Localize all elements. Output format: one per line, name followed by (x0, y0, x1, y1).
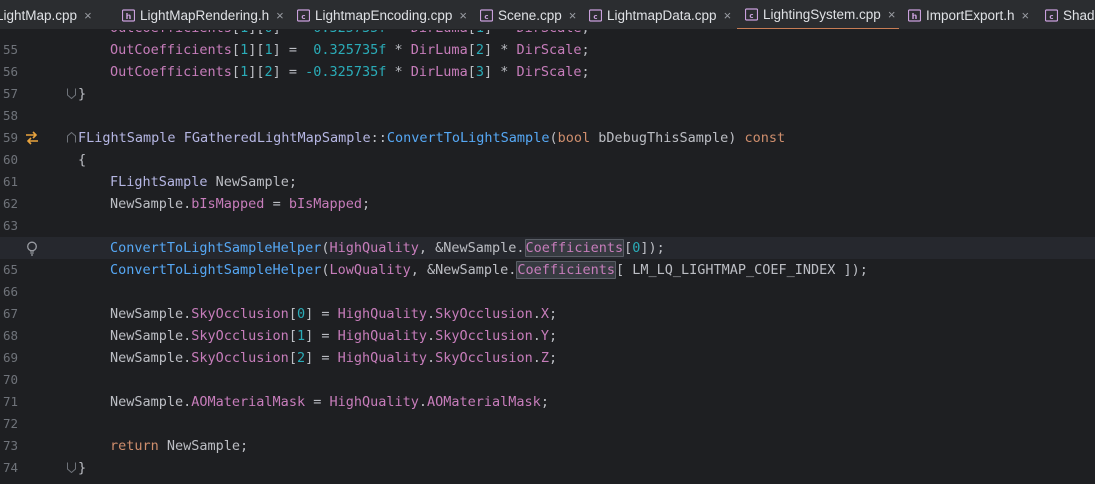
svg-text:c: c (593, 13, 597, 21)
code-text: ConvertToLightSampleHelper(LowQuality, &… (110, 261, 868, 279)
editor-tab-bar: LightMap.cpp × h LightMapRendering.h × c… (0, 0, 1095, 30)
code-text: NewSample.SkyOcclusion[2] = HighQuality.… (110, 350, 558, 366)
cpp-file-icon: c (297, 8, 310, 22)
code-text: NewSample.SkyOcclusion[1] = HighQuality.… (110, 328, 558, 344)
cpp-file-icon: c (589, 8, 602, 22)
code-line-57[interactable]: 57 OutCoefficients[1][2] = -0.325735f * … (0, 61, 1095, 101)
close-icon[interactable]: × (569, 8, 577, 23)
svg-text:c: c (749, 12, 753, 20)
code-line-72[interactable]: 72 NewSample.AOMaterialMask = HighQualit… (0, 391, 1095, 431)
line-number: 75 (0, 479, 18, 484)
header-file-icon: h (908, 8, 921, 22)
code-text: OutCoefficients[1][2] = -0.325735f * Dir… (110, 64, 590, 80)
tab-importexport-h[interactable]: h ImportExport.h × (908, 0, 1030, 29)
svg-text:c: c (301, 13, 305, 21)
code-line-67[interactable]: 67 (0, 281, 1095, 321)
cpp-file-icon: c (1045, 8, 1058, 22)
tab-lightmapdata-cpp[interactable]: c LightmapData.cpp × (589, 0, 732, 29)
code-line-70[interactable]: 70 NewSample.SkyOcclusion[2] = HighQuali… (0, 347, 1095, 387)
fold-end-icon[interactable] (67, 462, 76, 473)
code-text: OutCoefficients[1][0] = -0.325735f * Dir… (110, 30, 590, 39)
code-text: } (78, 460, 87, 476)
code-line-73[interactable]: 73 (0, 413, 1095, 453)
code-line-66[interactable]: 66 ConvertToLightSampleHelper(LowQuality… (0, 259, 1095, 299)
fold-start-icon[interactable] (67, 132, 76, 143)
svg-text:c: c (484, 13, 488, 21)
code-text: OutCoefficients[1][1] = 0.325735f * DirL… (110, 42, 590, 58)
svg-text:c: c (1049, 13, 1053, 21)
code-line-58[interactable]: 58 } (0, 83, 1095, 123)
code-line-69[interactable]: 69 NewSample.SkyOcclusion[1] = HighQuali… (0, 325, 1095, 365)
close-icon[interactable]: × (84, 8, 92, 23)
tab-scene-cpp[interactable]: c Scene.cpp × (480, 0, 577, 29)
code-line-59[interactable]: 59 (0, 105, 1095, 145)
lightbulb-icon[interactable] (23, 240, 41, 256)
close-icon[interactable]: × (1022, 8, 1030, 23)
tab-label: LightmapEncoding.cpp (315, 7, 453, 23)
code-line-64[interactable]: 64 (0, 215, 1095, 255)
code-line-68[interactable]: 68 NewSample.SkyOcclusion[0] = HighQuali… (0, 303, 1095, 343)
code-line-63[interactable]: 63 NewSample.bIsMapped = bIsMapped; (0, 193, 1095, 233)
cpp-file-icon: c (745, 7, 758, 21)
close-icon[interactable]: × (724, 8, 732, 23)
tab-lightmapencoding-cpp[interactable]: c LightmapEncoding.cpp × (297, 0, 467, 29)
tab-label: LightMapRendering.h (140, 7, 270, 23)
code-line-74[interactable]: 74 return NewSample; (0, 435, 1095, 475)
tab-label: ImportExport.h (926, 7, 1015, 23)
svg-text:h: h (912, 12, 918, 21)
code-text: { (78, 152, 87, 168)
code-line-60[interactable]: 60 FLightSample FGatheredLightMapSample:… (0, 127, 1095, 167)
code-text: NewSample.bIsMapped = bIsMapped; (110, 196, 371, 212)
code-text: } (78, 86, 87, 102)
code-line-55[interactable]: 55 OutCoefficients[1][0] = -0.325735f * … (0, 30, 1095, 57)
tab-label: LightingSystem.cpp (763, 6, 881, 22)
close-icon[interactable]: × (888, 7, 896, 22)
svg-text:h: h (126, 12, 132, 21)
tab-lightmap-cpp[interactable]: LightMap.cpp × (0, 0, 92, 29)
tab-lightingsystem-cpp[interactable]: c LightingSystem.cpp × (737, 0, 899, 29)
close-icon[interactable]: × (459, 8, 467, 23)
tab-label: Shade (1063, 7, 1095, 23)
code-text: NewSample.AOMaterialMask = HighQuality.A… (110, 394, 549, 410)
code-line-62[interactable]: 62 FLightSample NewSample; (0, 171, 1095, 211)
tab-shade-partial[interactable]: c Shade (1045, 0, 1095, 29)
code-line-56[interactable]: 56 OutCoefficients[1][1] = 0.325735f * D… (0, 39, 1095, 79)
close-icon[interactable]: × (276, 8, 284, 23)
code-text: return NewSample; (110, 438, 249, 454)
tab-label: LightMap.cpp (0, 7, 78, 23)
code-line-61[interactable]: 61 { (0, 149, 1095, 189)
code-text: FLightSample FGatheredLightMapSample::Co… (78, 130, 786, 146)
tab-lightmaprendering-h[interactable]: h LightMapRendering.h × (122, 0, 284, 29)
code-text: ConvertToLightSampleHelper(HighQuality, … (110, 239, 665, 257)
code-editor[interactable]: 55 OutCoefficients[1][0] = -0.325735f * … (0, 30, 1095, 484)
fold-end-icon[interactable] (67, 88, 76, 99)
code-line-65-current[interactable]: 65 ConvertToLightSampleHelper(HighQualit… (0, 237, 1095, 277)
code-line-75[interactable]: 75 } (0, 457, 1095, 484)
implements-swap-icon[interactable] (23, 130, 41, 146)
header-file-icon: h (122, 8, 135, 22)
cpp-file-icon: c (480, 8, 493, 22)
code-text: FLightSample NewSample; (110, 174, 297, 190)
code-line-71[interactable]: 71 (0, 369, 1095, 409)
code-text: NewSample.SkyOcclusion[0] = HighQuality.… (110, 306, 558, 322)
tab-label: Scene.cpp (498, 7, 562, 23)
tab-label: LightmapData.cpp (607, 7, 717, 23)
